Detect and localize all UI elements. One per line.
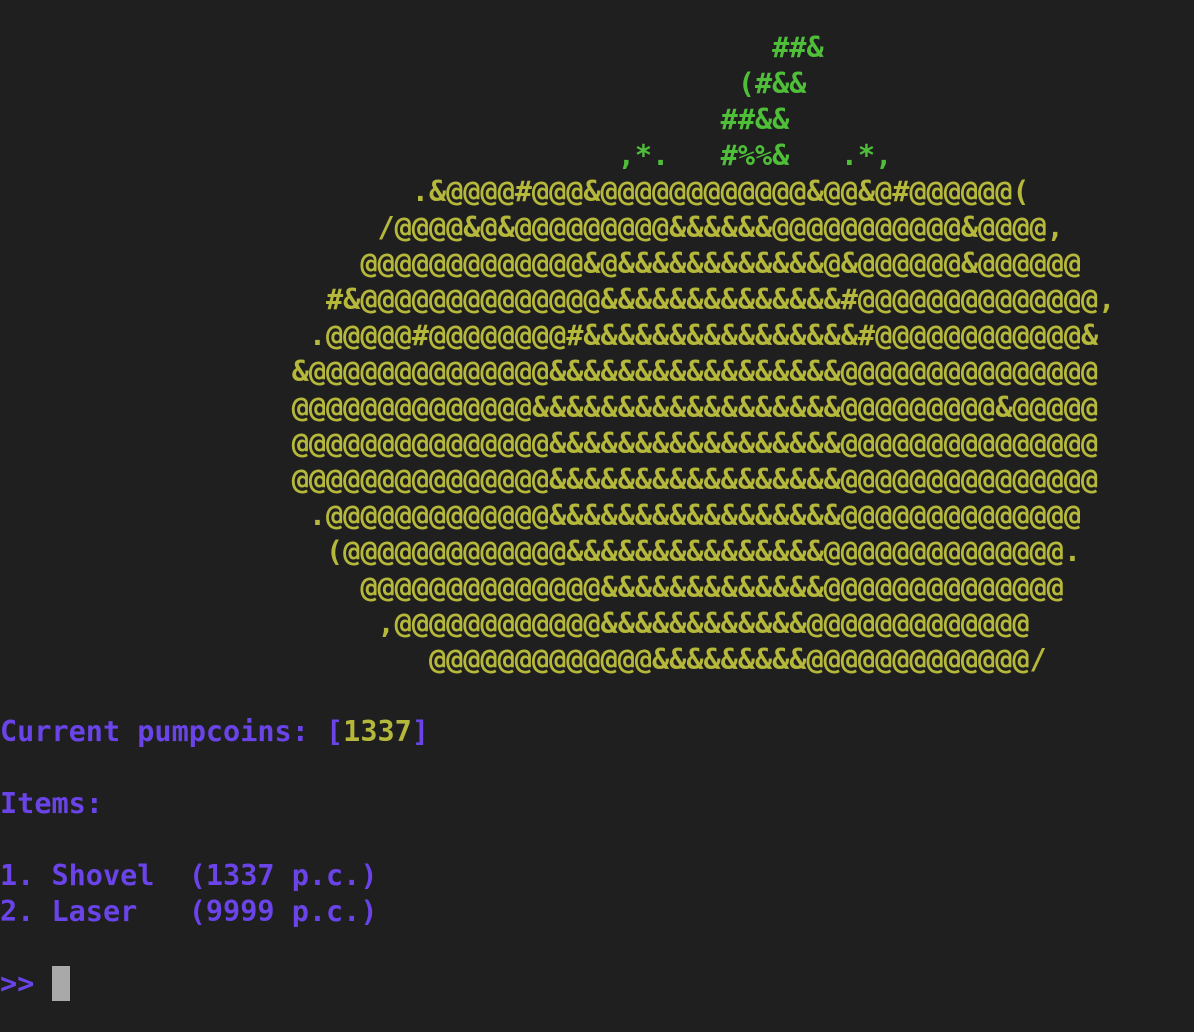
pumpkin-line: #&@@@@@@@@@@@@@@&&&&&&&&&&&&&&#@@@@@@@@@… xyxy=(0,283,1116,316)
pumpkin-line: ,@@@@@@@@@@@@&&&&&&&&&&&&@@@@@@@@@@@@@ xyxy=(0,607,1030,640)
pumpcoins-balance: Current pumpcoins: [1337] xyxy=(0,714,429,750)
shop-item-shovel: 1. Shovel (1337 p.c.) xyxy=(0,859,378,892)
terminal-window[interactable]: ##& (#&& ##&& ,*. #%%& .*, .&@@@@#@@@&@@… xyxy=(0,0,1194,1032)
pumpkin-line: .&@@@@#@@@&@@@@@@@@@@@@&@@&@#@@@@@@( xyxy=(0,175,1030,208)
pumpkin-line: @@@@@@@@@@@@@@@&&&&&&&&&&&&&&&&&@@@@@@@@… xyxy=(0,427,1099,460)
stem-line: ,*. #%%& .*, xyxy=(0,139,893,172)
stem-line: ##&& xyxy=(0,103,790,136)
pumpkin-line: @@@@@@@@@@@@@@&&&&&&&&&&&&&&&&&&@@@@@@@@… xyxy=(0,391,1099,424)
prompt-symbol: >> xyxy=(0,967,52,1000)
stem-line: (#&& xyxy=(0,67,807,100)
pumpkin-line: /@@@@&@&@@@@@@@@@&&&&&&@@@@@@@@@@@&@@@@, xyxy=(0,211,1064,244)
pumpkin-ascii-art: ##& (#&& ##&& ,*. #%%& .*, .&@@@@#@@@&@@… xyxy=(0,30,1116,678)
pumpkin-line: @@@@@@@@@@@@@&@&&&&&&&&&&&&@&@@@@@@&@@@@… xyxy=(0,247,1081,280)
pumpkin-line: .@@@@@@@@@@@@@&&&&&&&&&&&&&&&&&@@@@@@@@@… xyxy=(0,499,1081,532)
pumpkin-line: (@@@@@@@@@@@@@&&&&&&&&&&&&&&&@@@@@@@@@@@… xyxy=(0,535,1081,568)
items-heading: Items: xyxy=(0,787,103,820)
pumpcoins-value: 1337 xyxy=(343,715,412,748)
pumpcoins-label: Current pumpcoins: [ xyxy=(0,715,344,748)
pumpcoins-bracket: ] xyxy=(411,715,429,748)
pumpkin-line: @@@@@@@@@@@@@&&&&&&&&&@@@@@@@@@@@@@/ xyxy=(0,643,1047,676)
pumpkin-line: @@@@@@@@@@@@@@@&&&&&&&&&&&&&&&&&@@@@@@@@… xyxy=(0,463,1099,496)
pumpkin-line: .@@@@@#@@@@@@@@#&&&&&&&&&&&&&&&&#@@@@@@@… xyxy=(0,319,1099,352)
stem-line: ##& xyxy=(0,31,824,64)
command-prompt[interactable]: >> xyxy=(0,966,71,1002)
pumpkin-line: @@@@@@@@@@@@@@&&&&&&&&&&&&&@@@@@@@@@@@@@… xyxy=(0,571,1064,604)
pumpkin-line: &@@@@@@@@@@@@@@&&&&&&&&&&&&&&&&&@@@@@@@@… xyxy=(0,355,1099,388)
shop-item-laser: 2. Laser (9999 p.c.) xyxy=(0,895,378,928)
text-cursor[interactable] xyxy=(52,966,71,1001)
